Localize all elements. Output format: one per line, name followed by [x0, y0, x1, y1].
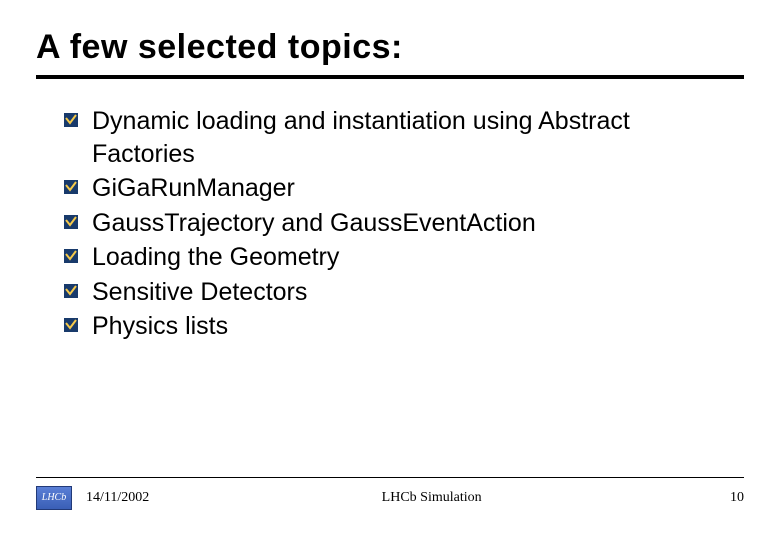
bullet-text: GaussTrajectory and GaussEventAction [92, 207, 536, 240]
bullet-text: GiGaRunManager [92, 172, 295, 205]
list-item: GiGaRunManager [64, 172, 736, 205]
title-divider [36, 75, 744, 83]
bullet-icon [64, 249, 78, 263]
list-item: Physics lists [64, 310, 736, 343]
page-number: 10 [714, 490, 744, 506]
footer-divider [36, 477, 744, 478]
lhcb-logo-icon: LHCb [36, 486, 72, 510]
footer-title: LHCb Simulation [149, 490, 714, 506]
slide-title: A few selected topics: [0, 0, 780, 71]
bullet-icon [64, 113, 78, 127]
list-item: Dynamic loading and instantiation using … [64, 105, 736, 170]
bullet-icon [64, 180, 78, 194]
bullet-icon [64, 284, 78, 298]
content-area: Dynamic loading and instantiation using … [0, 83, 780, 343]
bullet-text: Sensitive Detectors [92, 276, 307, 309]
list-item: Sensitive Detectors [64, 276, 736, 309]
footer-date: 14/11/2002 [86, 490, 149, 506]
footer: LHCb 14/11/2002 LHCb Simulation 10 [36, 486, 744, 510]
bullet-text: Physics lists [92, 310, 228, 343]
bullet-icon [64, 318, 78, 332]
slide: A few selected topics: Dynamic loading a… [0, 0, 780, 540]
bullet-text: Loading the Geometry [92, 241, 339, 274]
list-item: GaussTrajectory and GaussEventAction [64, 207, 736, 240]
bullet-icon [64, 215, 78, 229]
list-item: Loading the Geometry [64, 241, 736, 274]
bullet-text: Dynamic loading and instantiation using … [92, 105, 736, 170]
